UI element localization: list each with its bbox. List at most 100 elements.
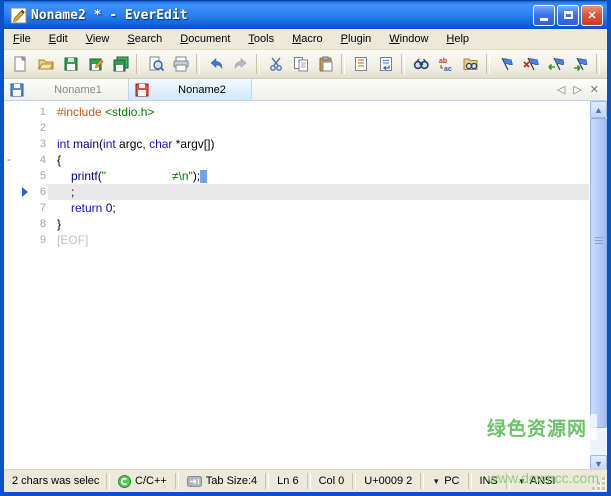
undo-icon <box>208 56 224 72</box>
status-text: Col 0 <box>319 475 345 487</box>
scroll-up-button[interactable]: ▲ <box>590 101 607 118</box>
gutter <box>4 168 30 184</box>
editor-pane[interactable]: 1#include <stdio.h>23int main(int argc, … <box>4 101 607 472</box>
tab-label: Noname2 <box>159 84 245 96</box>
next-bookmark-button[interactable] <box>568 52 593 77</box>
print-preview-button[interactable] <box>143 52 168 77</box>
line-content[interactable]: return 0; <box>48 200 589 216</box>
gutter <box>4 184 30 200</box>
maximize-button[interactable] <box>557 5 579 26</box>
toggle-bookmark-icon <box>498 56 514 72</box>
code-token: return <box>71 201 106 215</box>
tab-close-button[interactable]: ✕ <box>590 83 599 96</box>
paste-button[interactable] <box>313 52 338 77</box>
gutter <box>4 136 30 152</box>
replace-button[interactable]: abac <box>433 52 458 77</box>
menu-document[interactable]: Document <box>171 31 239 47</box>
gutter <box>4 200 30 216</box>
line-content[interactable] <box>48 120 589 136</box>
find-in-files-button[interactable] <box>458 52 483 77</box>
cut-button[interactable] <box>263 52 288 77</box>
line-content[interactable]: ; <box>48 184 589 200</box>
prev-bookmark-button[interactable] <box>543 52 568 77</box>
scrollbar-thumb[interactable] <box>590 118 607 428</box>
status-syntax-mode[interactable]: C/C++ <box>110 470 175 492</box>
status-line-ending[interactable]: ▼PC <box>424 470 467 492</box>
status-column-indicator: Col 0 <box>311 470 353 492</box>
everedit-window: Noname2 * - EverEdit ✕ FileEditViewSearc… <box>0 0 611 496</box>
toolbar-separator <box>341 54 345 74</box>
cut-icon <box>268 56 284 72</box>
code-area[interactable]: 1#include <stdio.h>23int main(int argc, … <box>4 104 589 248</box>
document-list-icon <box>353 56 369 72</box>
code-token: ≠\n" <box>172 169 193 183</box>
line-content[interactable]: #include <stdio.h> <box>48 104 589 120</box>
code-token: ; <box>71 185 74 199</box>
code-line-4[interactable]: -4{ <box>4 152 589 168</box>
menu-window[interactable]: Window <box>380 31 437 47</box>
undo-button[interactable] <box>203 52 228 77</box>
save-all-button[interactable] <box>108 52 133 77</box>
menu-plugin[interactable]: Plugin <box>332 31 381 47</box>
save-as-icon <box>88 56 104 72</box>
current-line-arrow-icon <box>22 187 28 197</box>
line-content[interactable]: [EOF] <box>48 232 589 248</box>
selection-block <box>200 170 207 183</box>
code-line-1[interactable]: 1#include <stdio.h> <box>4 104 589 120</box>
tab-scroll-right-button[interactable]: ▷ <box>573 83 581 96</box>
menu-search[interactable]: Search <box>118 31 171 47</box>
code-line-7[interactable]: 7return 0; <box>4 200 589 216</box>
word-wrap-button[interactable] <box>373 52 398 77</box>
menu-edit[interactable]: Edit <box>40 31 77 47</box>
clear-bookmarks-button[interactable] <box>518 52 543 77</box>
document-list-button[interactable] <box>348 52 373 77</box>
minimize-button[interactable] <box>533 5 555 26</box>
syntax-mode-icon <box>118 475 131 488</box>
view-settings-button[interactable] <box>603 52 611 77</box>
code-line-9[interactable]: 9[EOF] <box>4 232 589 248</box>
line-number: 3 <box>30 136 48 152</box>
fold-marker[interactable]: - <box>7 152 11 168</box>
menu-view[interactable]: View <box>77 31 119 47</box>
line-number: 7 <box>30 200 48 216</box>
toolbar-separator <box>486 54 490 74</box>
code-line-6[interactable]: 6; <box>4 184 589 200</box>
print-button[interactable] <box>168 52 193 77</box>
line-content[interactable]: } <box>48 216 589 232</box>
toolbar-separator <box>196 54 200 74</box>
menu-file[interactable]: File <box>4 31 40 47</box>
code-line-3[interactable]: 3int main(int argc, char *argv[]) <box>4 136 589 152</box>
redo-button[interactable] <box>228 52 253 77</box>
tab-scroll-left-button[interactable]: ◁ <box>557 83 565 96</box>
clear-bookmarks-icon <box>523 56 539 72</box>
find-button[interactable] <box>408 52 433 77</box>
code-token: ); <box>193 169 200 183</box>
open-file-button[interactable] <box>33 52 58 77</box>
toolbar-separator <box>256 54 260 74</box>
code-line-8[interactable]: 8} <box>4 216 589 232</box>
string-gap <box>106 168 172 180</box>
menu-tools[interactable]: Tools <box>239 31 283 47</box>
line-content[interactable]: { <box>48 152 589 168</box>
copy-button[interactable] <box>288 52 313 77</box>
code-line-2[interactable]: 2 <box>4 120 589 136</box>
tab-noname1[interactable]: Noname1 <box>4 79 128 100</box>
tab-nav: ◁ ▷ ✕ <box>549 79 607 100</box>
save-as-button[interactable] <box>83 52 108 77</box>
status-tab-size[interactable]: Tab Size:4 <box>179 470 265 492</box>
menu-help[interactable]: Help <box>437 31 478 47</box>
code-line-5[interactable]: 5printf("≠\n"); <box>4 168 589 184</box>
line-content[interactable]: printf("≠\n"); <box>48 168 589 184</box>
code-token: char <box>149 137 172 151</box>
line-content[interactable]: int main(int argc, char *argv[]) <box>48 136 589 152</box>
close-button[interactable]: ✕ <box>581 5 603 26</box>
print-preview-icon <box>148 56 164 72</box>
menu-macro[interactable]: Macro <box>283 31 332 47</box>
save-button[interactable] <box>58 52 83 77</box>
paste-icon <box>318 56 334 72</box>
new-file-button[interactable] <box>8 52 33 77</box>
title-bar[interactable]: Noname2 * - EverEdit ✕ <box>4 0 607 29</box>
toggle-bookmark-button[interactable] <box>493 52 518 77</box>
tab-noname2[interactable]: Noname2 <box>128 79 252 100</box>
redo-icon <box>233 56 249 72</box>
